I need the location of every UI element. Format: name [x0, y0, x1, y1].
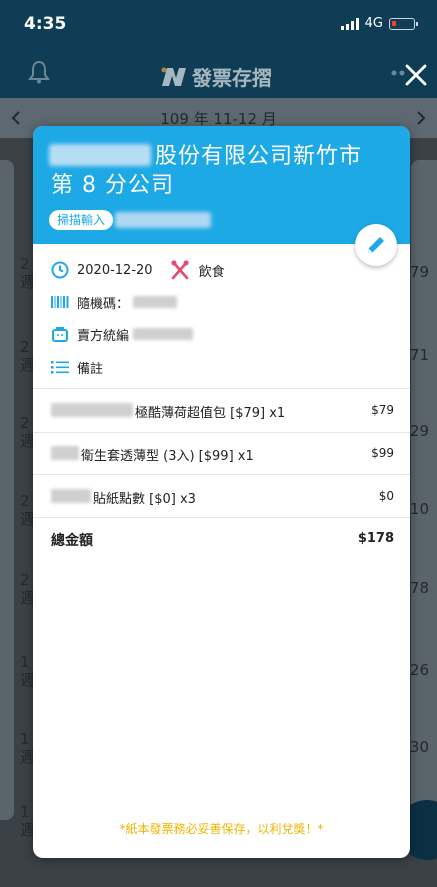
logo-mark-icon	[161, 67, 186, 86]
note-row[interactable]: 備註	[51, 355, 103, 379]
item-description: 極酷薄荷超值包 [$79] x1	[135, 406, 286, 421]
divider	[33, 388, 410, 389]
invoice-header: 股份有限公司新竹市第 8 分公司 掃描輸入	[33, 126, 410, 244]
bell-icon[interactable]	[28, 60, 50, 84]
chevron-right-icon[interactable]	[415, 110, 427, 126]
divider	[33, 474, 410, 475]
shop-bag-icon	[52, 327, 68, 342]
item-description: 衛生套透薄型 (3入) [$99] x1	[81, 449, 254, 464]
app-header: 發票存摺	[0, 48, 437, 98]
invoice-item-row: 衛生套透薄型 (3入) [$99] x1 $99	[51, 441, 394, 465]
invoice-date: 2020-12-20	[77, 262, 153, 278]
status-time: 4:35	[24, 14, 67, 34]
redacted-random-code	[133, 296, 178, 308]
edit-button[interactable]	[355, 224, 397, 266]
scan-input-badge: 掃描輸入	[49, 210, 114, 230]
pencil-icon	[368, 237, 384, 253]
invoice-category: 飲食	[198, 264, 225, 280]
app-title: 發票存摺	[192, 66, 272, 90]
redacted-seller-id	[133, 328, 194, 340]
company-name: 股份有限公司新竹市第 8 分公司	[51, 144, 363, 198]
invoice-detail-modal: 股份有限公司新竹市第 8 分公司 掃描輸入 2020-12-20 飲食 隨機碼：	[33, 126, 410, 858]
divider	[33, 432, 410, 433]
redacted-item-prefix	[51, 403, 133, 417]
app-logo: 發票存摺	[160, 62, 272, 91]
chevron-left-icon[interactable]	[10, 110, 22, 126]
item-price: $99	[371, 446, 394, 460]
item-price: $79	[371, 403, 394, 417]
item-price: $0	[378, 489, 394, 503]
redacted-invoice-number	[115, 212, 211, 228]
footer-note: *紙本發票務必妥善保存，以利兌獎！*	[119, 822, 324, 836]
invoice-item-row: 極酷薄荷超值包 [$79] x1 $79	[51, 398, 394, 422]
list-icon	[51, 361, 69, 374]
date-row: 2020-12-20 飲食	[51, 258, 225, 282]
status-bar: 4:35 4G	[0, 0, 437, 48]
divider	[33, 517, 410, 518]
total-value: $178	[357, 531, 394, 546]
barcode-icon	[51, 296, 69, 308]
network-label: 4G	[364, 16, 383, 31]
redacted-item-prefix	[51, 446, 79, 460]
signal-icon	[340, 17, 359, 30]
total-label: 總金額	[51, 533, 93, 549]
seller-id-label: 賣方統編	[77, 328, 130, 344]
close-icon[interactable]	[403, 62, 429, 88]
random-code-row: 隨機碼：	[51, 290, 178, 314]
item-description: 貼紙點數 [$0] x3	[93, 492, 196, 507]
utensils-icon	[171, 260, 189, 280]
invoice-item-row: 貼紙點數 [$0] x3 $0	[51, 484, 394, 508]
redacted-item-prefix	[51, 489, 91, 503]
random-code-label: 隨機碼：	[77, 296, 130, 312]
status-indicators: 4G	[340, 16, 418, 31]
battery-icon	[389, 17, 418, 30]
seller-id-row: 賣方統編	[51, 322, 194, 346]
clock-icon	[51, 261, 69, 279]
note-label: 備註	[77, 361, 104, 377]
